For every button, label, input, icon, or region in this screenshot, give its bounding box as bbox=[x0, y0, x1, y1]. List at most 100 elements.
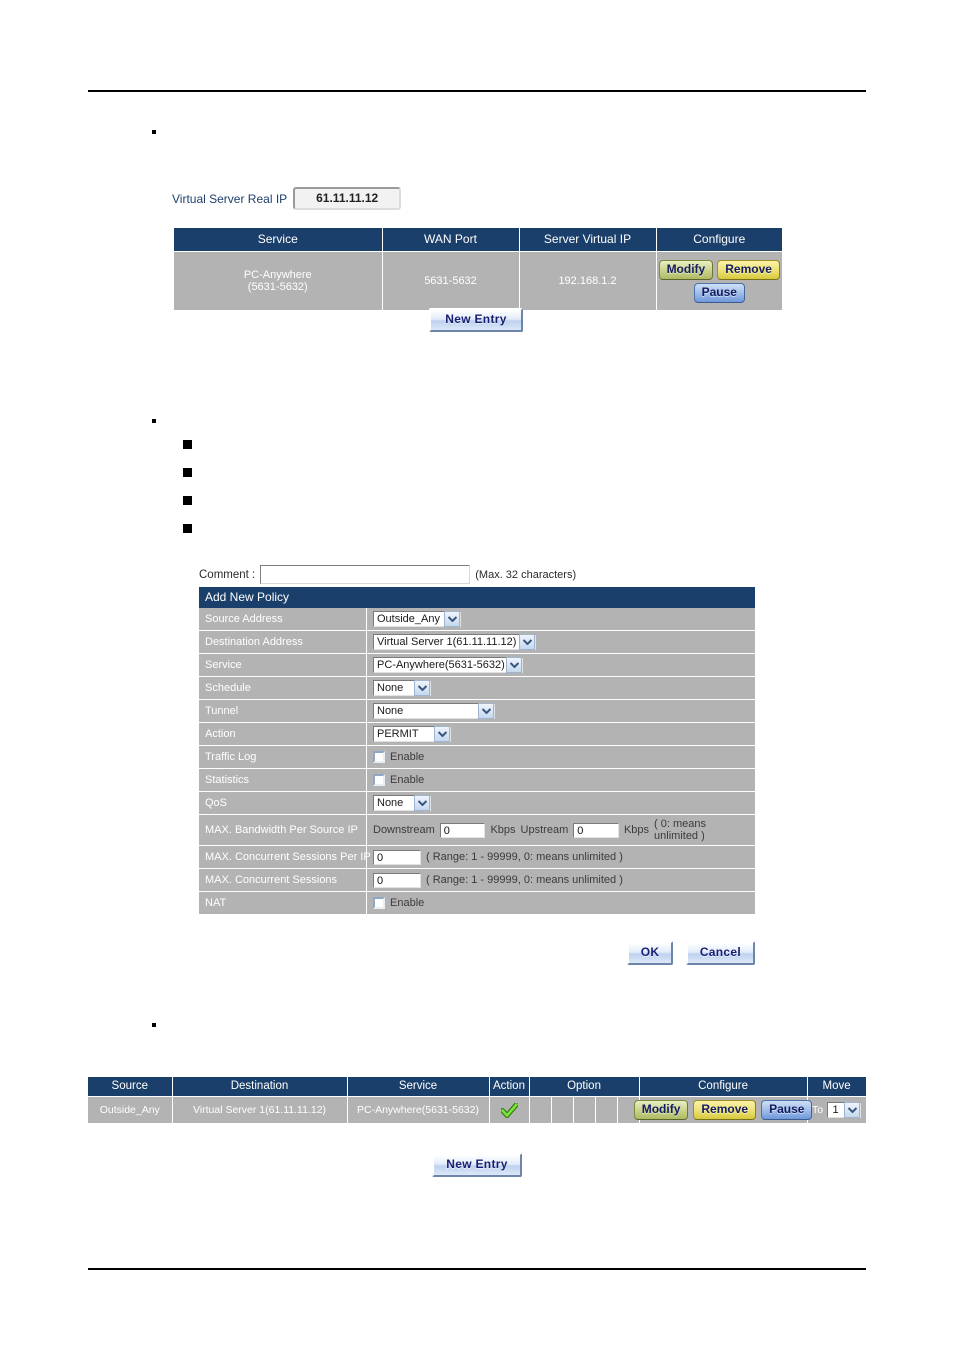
bullet-square-1 bbox=[183, 440, 192, 449]
chevron-down-icon bbox=[519, 634, 535, 650]
traffic-log-enable-label: Enable bbox=[390, 751, 425, 764]
cell-service: PC-Anywhere(5631-5632) bbox=[347, 1096, 490, 1123]
policy-fields-table: Source Address Outside_Any Destination A… bbox=[199, 608, 755, 915]
cell-option-2 bbox=[551, 1096, 574, 1123]
table-row: Outside_Any Virtual Server 1(61.11.11.12… bbox=[88, 1096, 867, 1123]
label-tunnel: Tunnel bbox=[199, 699, 367, 723]
column-header-wan-port: WAN Port bbox=[382, 228, 520, 252]
column-header-option: Option bbox=[529, 1077, 640, 1097]
bullet-square-3 bbox=[183, 496, 192, 505]
add-new-policy-form: Comment : (Max. 32 characters) Add New P… bbox=[199, 565, 755, 965]
column-header-move: Move bbox=[807, 1077, 867, 1097]
column-header-configure: Configure bbox=[656, 228, 782, 252]
field-row-statistics: Statistics Enable bbox=[199, 768, 755, 792]
label-max-concurrent-sessions: MAX. Concurrent Sessions bbox=[199, 868, 367, 892]
field-row-max-bandwidth-per-source-ip: MAX. Bandwidth Per Source IP Downstream … bbox=[199, 814, 755, 846]
downstream-input[interactable]: 0 bbox=[439, 822, 486, 838]
comment-row: Comment : (Max. 32 characters) bbox=[199, 565, 755, 584]
column-header-server-virtual-ip: Server Virtual IP bbox=[519, 228, 657, 252]
max-concurrent-sessions-per-ip-input[interactable]: 0 bbox=[373, 849, 421, 865]
bullet-square-4 bbox=[183, 524, 192, 533]
value-max-concurrent-sessions: 0 ( Range: 1 - 99999, 0: means unlimited… bbox=[366, 868, 755, 892]
modify-button[interactable]: Modify bbox=[633, 1100, 689, 1120]
field-row-max-concurrent-sessions-per-ip: MAX. Concurrent Sessions Per IP 0 ( Rang… bbox=[199, 845, 755, 869]
pause-button[interactable]: Pause bbox=[761, 1100, 813, 1120]
policy-form-actions: OK Cancel bbox=[199, 941, 755, 965]
bullet-square-2 bbox=[183, 468, 192, 477]
destination-address-select[interactable]: Virtual Server 1(61.11.11.12) bbox=[373, 634, 536, 650]
label-max-concurrent-sessions-per-ip: MAX. Concurrent Sessions Per IP bbox=[199, 845, 371, 869]
service-select[interactable]: PC-Anywhere(5631-5632) bbox=[373, 657, 523, 673]
action-select[interactable]: PERMIT bbox=[373, 726, 451, 742]
cell-server-virtual-ip: 192.168.1.2 bbox=[519, 251, 657, 310]
policy-list-new-entry-row: New Entry bbox=[88, 1153, 866, 1177]
virtual-server-real-ip-label: Virtual Server Real IP bbox=[172, 191, 288, 206]
footer-divider bbox=[88, 1268, 866, 1270]
virtual-server-table-header-row: Service WAN Port Server Virtual IP Confi… bbox=[174, 228, 782, 252]
comment-label: Comment : bbox=[199, 568, 256, 581]
column-header-configure: Configure bbox=[639, 1077, 808, 1097]
field-row-nat: NAT Enable bbox=[199, 891, 755, 915]
upstream-unit-label: Kbps bbox=[623, 824, 650, 836]
label-schedule: Schedule bbox=[199, 676, 367, 700]
virtual-server-real-ip-value[interactable]: 61.11.11.12 bbox=[293, 187, 402, 210]
bullet-dot-2 bbox=[152, 419, 156, 423]
source-address-select[interactable]: Outside_Any bbox=[373, 611, 461, 627]
label-action: Action bbox=[199, 722, 367, 746]
chevron-down-icon bbox=[506, 657, 522, 673]
tunnel-select[interactable]: None bbox=[373, 703, 495, 719]
qos-select[interactable]: None bbox=[373, 795, 431, 811]
value-statistics: Enable bbox=[366, 768, 755, 792]
label-destination-address: Destination Address bbox=[199, 630, 367, 654]
virtual-server-new-entry-row: New Entry bbox=[172, 308, 780, 332]
move-position-select[interactable]: 1 bbox=[827, 1102, 862, 1118]
value-max-concurrent-sessions-per-ip: 0 ( Range: 1 - 99999, 0: means unlimited… bbox=[366, 845, 755, 869]
chevron-down-icon bbox=[844, 1102, 861, 1118]
new-entry-button[interactable]: New Entry bbox=[429, 308, 523, 332]
value-action: PERMIT bbox=[366, 722, 755, 746]
cancel-button[interactable]: Cancel bbox=[685, 941, 755, 965]
value-nat: Enable bbox=[366, 891, 755, 915]
value-destination-address: Virtual Server 1(61.11.11.12) bbox=[366, 630, 755, 654]
value-traffic-log: Enable bbox=[366, 745, 755, 769]
chevron-down-icon bbox=[444, 611, 460, 627]
statistics-checkbox[interactable] bbox=[373, 774, 385, 787]
virtual-server-real-ip-row: Virtual Server Real IP 61.11.11.12 bbox=[172, 187, 402, 210]
upstream-input[interactable]: 0 bbox=[573, 822, 619, 838]
field-row-qos: QoS None bbox=[199, 791, 755, 815]
schedule-select[interactable]: None bbox=[373, 680, 431, 696]
downstream-unit-label: Kbps bbox=[490, 824, 516, 836]
column-header-service: Service bbox=[347, 1077, 490, 1097]
max-concurrent-sessions-per-ip-hint: ( Range: 1 - 99999, 0: means unlimited ) bbox=[426, 851, 623, 863]
service-name-line2: (5631-5632) bbox=[247, 281, 308, 293]
remove-button[interactable]: Remove bbox=[717, 259, 780, 280]
policy-form-header: Add New Policy bbox=[199, 587, 755, 608]
field-row-schedule: Schedule None bbox=[199, 676, 755, 700]
policy-list-header-row: Source Destination Service Action Option… bbox=[88, 1077, 867, 1097]
pause-button[interactable]: Pause bbox=[693, 282, 745, 303]
chevron-down-icon bbox=[414, 680, 430, 696]
label-traffic-log: Traffic Log bbox=[199, 745, 367, 769]
green-check-icon bbox=[492, 1102, 527, 1118]
cell-configure: Modify Remove Pause bbox=[633, 1096, 813, 1123]
statistics-enable-label: Enable bbox=[390, 774, 425, 787]
max-concurrent-sessions-hint: ( Range: 1 - 99999, 0: means unlimited ) bbox=[426, 874, 623, 886]
nat-checkbox[interactable] bbox=[373, 897, 385, 910]
traffic-log-checkbox[interactable] bbox=[373, 751, 385, 764]
label-statistics: Statistics bbox=[199, 768, 367, 792]
cell-configure: Modify Remove Pause bbox=[656, 251, 782, 310]
modify-button[interactable]: Modify bbox=[658, 259, 714, 280]
label-nat: NAT bbox=[199, 891, 367, 915]
remove-button[interactable]: Remove bbox=[693, 1100, 757, 1120]
cell-destination: Virtual Server 1(61.11.11.12) bbox=[172, 1096, 348, 1123]
downstream-label: Downstream bbox=[373, 824, 435, 836]
virtual-server-panel: Virtual Server Real IP 61.11.11.12 Servi… bbox=[172, 180, 784, 340]
chevron-down-icon bbox=[434, 726, 450, 742]
cell-option-3 bbox=[573, 1096, 596, 1123]
field-row-service: Service PC-Anywhere(5631-5632) bbox=[199, 653, 755, 677]
value-schedule: None bbox=[366, 676, 755, 700]
max-concurrent-sessions-input[interactable]: 0 bbox=[373, 872, 421, 888]
ok-button[interactable]: OK bbox=[626, 941, 674, 965]
new-entry-button[interactable]: New Entry bbox=[432, 1153, 522, 1177]
comment-input[interactable] bbox=[260, 565, 471, 584]
